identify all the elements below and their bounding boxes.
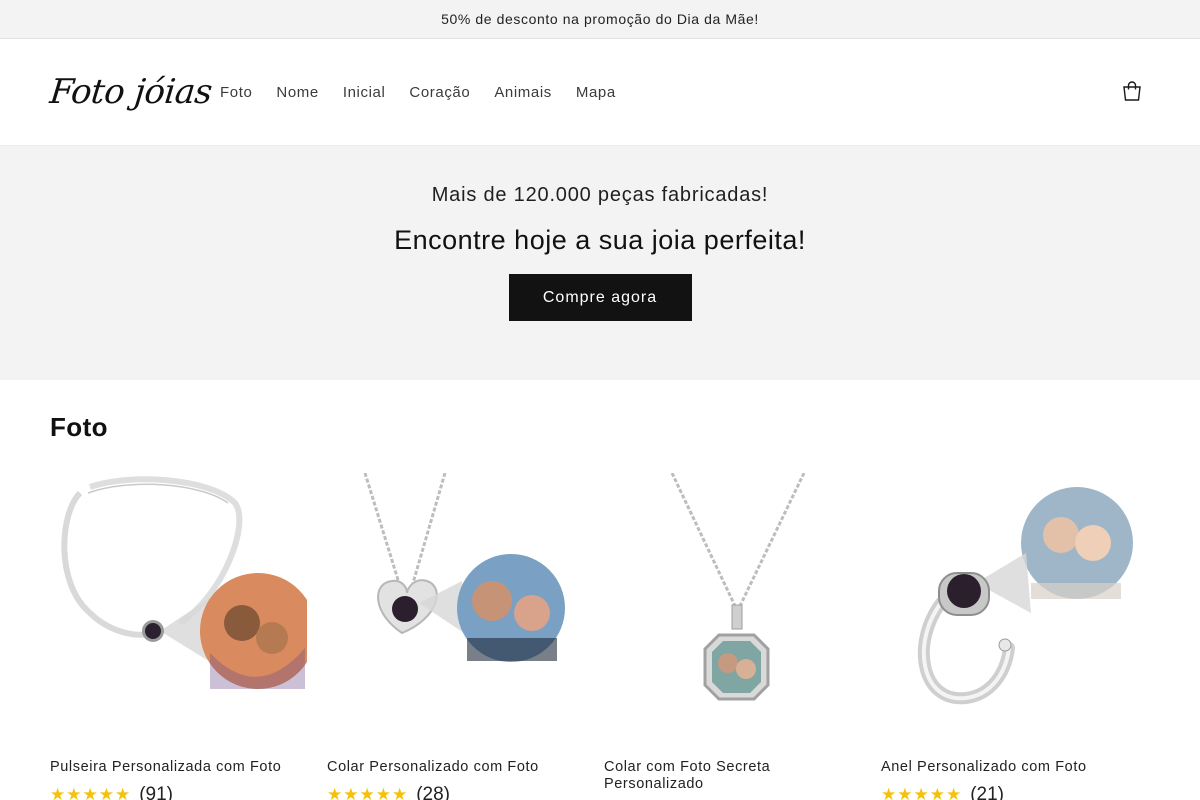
nav-item-foto[interactable]: Foto [220, 84, 252, 101]
product-title[interactable]: Colar Personalizado com Foto [327, 759, 584, 776]
product-rating: ★★★★★ (91) [50, 784, 307, 800]
nav-item-nome[interactable]: Nome [276, 84, 318, 101]
product-rating: ★★★★★ (28) [327, 784, 584, 800]
star-rating-icons: ★★★★★ [50, 785, 132, 800]
product-card[interactable]: Colar Personalizado com Foto ★★★★★ (28) [327, 473, 584, 800]
product-rating: ★★★★★ (21) [881, 784, 1138, 800]
review-count: (28) [416, 784, 450, 800]
review-count: (21) [970, 784, 1004, 800]
nav-item-inicial[interactable]: Inicial [343, 84, 386, 101]
nav-item-mapa[interactable]: Mapa [576, 84, 616, 101]
product-section-foto: Foto Pulseira Personalizada com Foto ★★★… [0, 380, 1200, 800]
product-image-heart-necklace[interactable] [327, 473, 584, 743]
hero-subtitle: Mais de 120.000 peças fabricadas! [431, 184, 769, 206]
product-image-ring[interactable] [881, 473, 1138, 743]
product-grid: Pulseira Personalizada com Foto ★★★★★ (9… [50, 473, 1150, 800]
announcement-bar: 50% de desconto na promoção do Dia da Mã… [0, 0, 1200, 39]
product-title[interactable]: Pulseira Personalizada com Foto [50, 759, 307, 776]
site-header: Foto jóias Foto Nome Inicial Coração Ani… [0, 39, 1200, 146]
product-card[interactable]: Colar com Foto Secreta Personalizado [604, 473, 861, 800]
nav-item-animais[interactable]: Animais [494, 84, 552, 101]
site-logo[interactable]: Foto jóias [48, 72, 222, 112]
hero-title: Encontre hoje a sua joia perfeita! [394, 225, 806, 255]
nav-item-coracao[interactable]: Coração [409, 84, 470, 101]
announcement-text: 50% de desconto na promoção do Dia da Mã… [441, 11, 759, 27]
review-count: (91) [139, 784, 173, 800]
star-rating-icons: ★★★★★ [881, 785, 963, 800]
product-title[interactable]: Colar com Foto Secreta Personalizado [604, 759, 861, 793]
product-image-octagon-necklace[interactable] [604, 473, 861, 743]
product-card[interactable]: Anel Personalizado com Foto ★★★★★ (21) [881, 473, 1138, 800]
section-title: Foto [50, 412, 108, 442]
shop-now-button[interactable]: Compre agora [508, 274, 692, 321]
product-card[interactable]: Pulseira Personalizada com Foto ★★★★★ (9… [50, 473, 307, 800]
main-nav: Foto Nome Inicial Coração Animais Mapa [220, 84, 616, 101]
hero-banner: Mais de 120.000 peças fabricadas! Encont… [0, 146, 1200, 380]
product-title[interactable]: Anel Personalizado com Foto [881, 759, 1138, 776]
star-rating-icons: ★★★★★ [327, 785, 409, 800]
cart-bag-icon[interactable] [1120, 79, 1144, 103]
product-image-bracelet[interactable] [50, 473, 307, 743]
